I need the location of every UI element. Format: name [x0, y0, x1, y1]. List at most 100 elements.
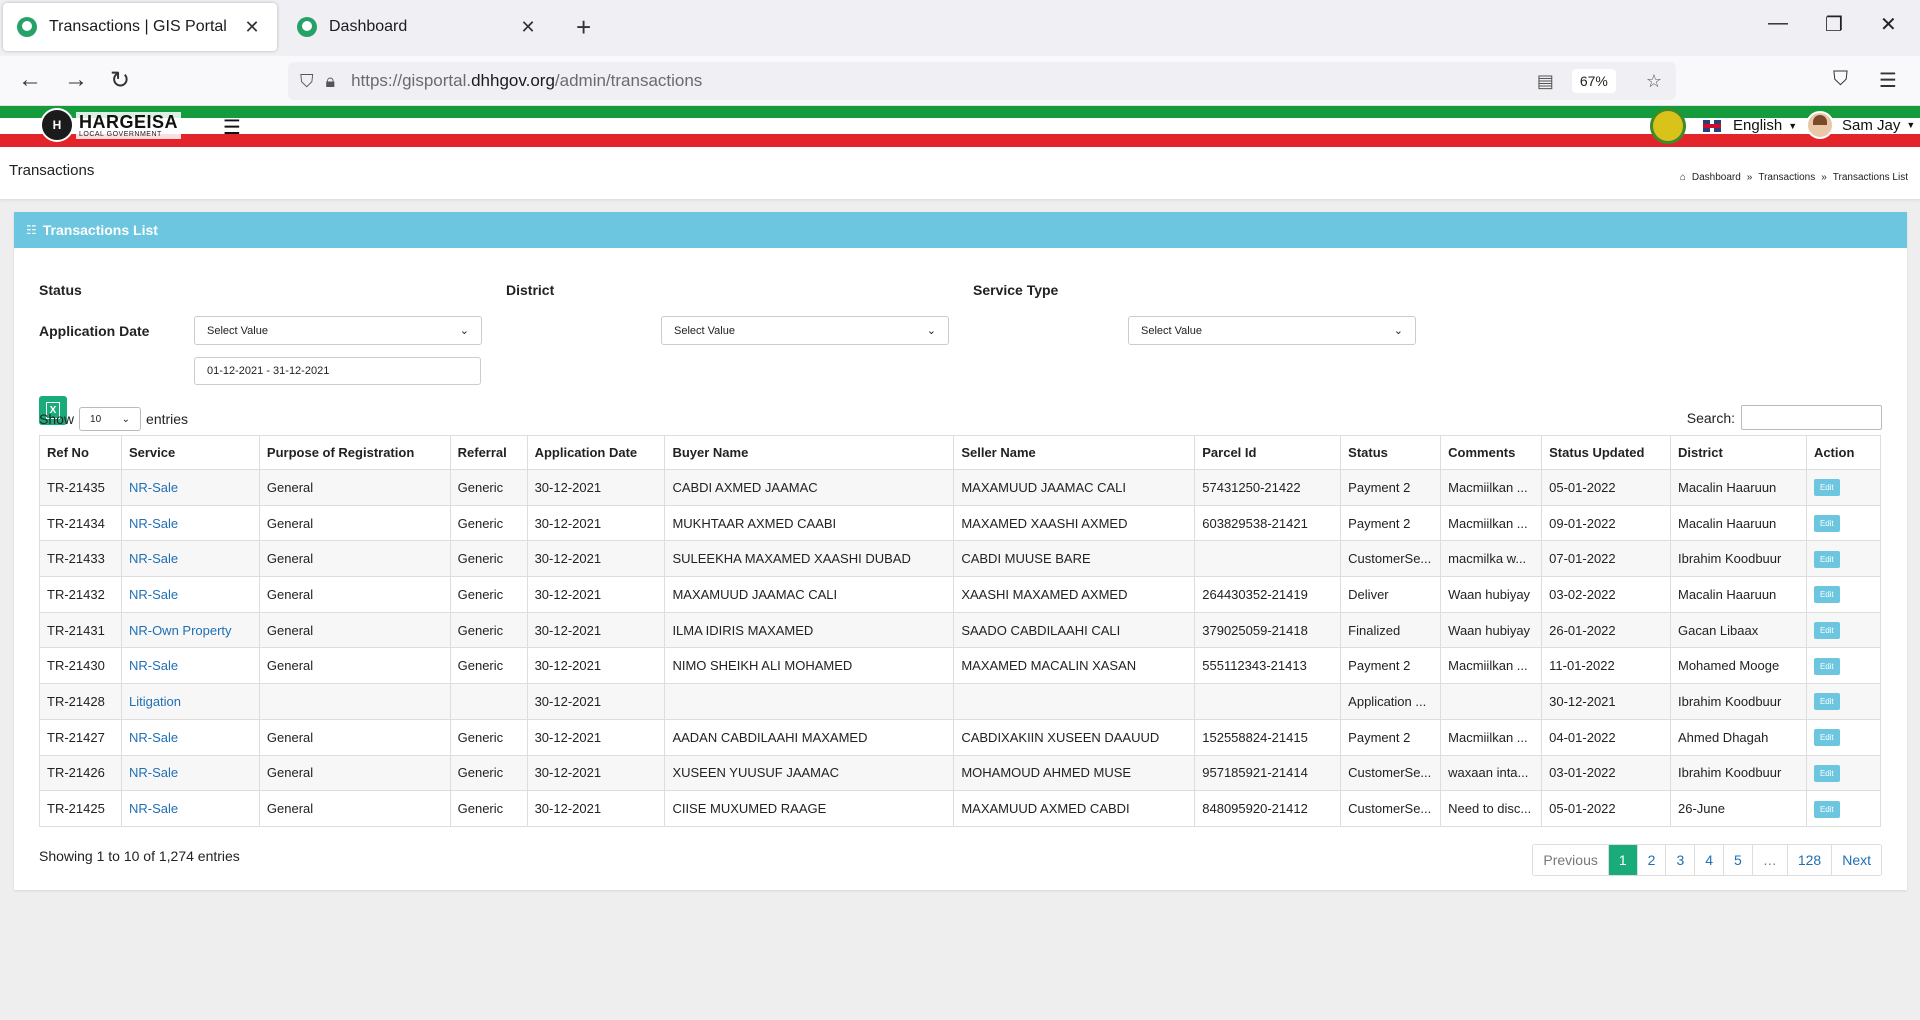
user-menu[interactable]: Sam Jay ▼ — [1806, 111, 1915, 139]
url-text[interactable]: https://gisportal.dhhgov.org/admin/trans… — [351, 71, 702, 91]
previous-page-button[interactable]: Previous — [1533, 845, 1608, 875]
window-close-icon[interactable]: ✕ — [1880, 12, 1897, 37]
cell-status-updated: 30-12-2021 — [1541, 683, 1671, 720]
breadcrumb-transactions[interactable]: Transactions — [1758, 172, 1815, 183]
cell-comments: Macmiilkan ... — [1440, 469, 1543, 506]
lock-icon[interactable]: 🔒︎ — [326, 71, 336, 92]
column-header-purpose[interactable]: Purpose of Registration — [258, 435, 451, 470]
cell-service: NR-Sale — [120, 647, 260, 685]
back-icon[interactable]: ← — [14, 66, 46, 94]
service-link[interactable]: NR-Sale — [129, 765, 178, 780]
column-header-referral[interactable]: Referral — [449, 435, 528, 470]
application-date-input[interactable]: 01-12-2021 - 31-12-2021 — [194, 357, 481, 385]
zoom-level[interactable]: 67% — [1571, 69, 1616, 93]
url-bar[interactable]: ⛉ 🔒︎ https://gisportal.dhhgov.org/admin/… — [288, 62, 1676, 100]
restore-icon[interactable]: ❐ — [1825, 12, 1843, 37]
edit-button[interactable]: Edit — [1813, 550, 1840, 568]
cell-referral — [449, 683, 528, 720]
browser-tab-transactions[interactable]: Transactions | GIS Portal ✕ — [3, 3, 277, 51]
edit-button[interactable]: Edit — [1813, 622, 1840, 640]
next-page-button[interactable]: Next — [1831, 845, 1881, 875]
edit-button[interactable]: Edit — [1813, 515, 1840, 533]
page-button-1[interactable]: 1 — [1607, 845, 1637, 875]
cell-service: NR-Sale — [120, 540, 260, 578]
cell-seller-name: MAXAMED MACALIN XASAN — [953, 647, 1196, 685]
edit-button[interactable]: Edit — [1813, 586, 1840, 604]
column-header-status-updated[interactable]: Status Updated — [1541, 435, 1671, 470]
service-link[interactable]: NR-Sale — [129, 801, 178, 816]
page-length-select[interactable]: 10 ⌄ — [79, 407, 142, 431]
table-row: TR-21431 NR-Own Property General Generic 30-… — [39, 611, 1882, 649]
new-tab-icon[interactable]: + — [576, 12, 591, 43]
search-input[interactable] — [1741, 405, 1882, 430]
service-link[interactable]: NR-Sale — [129, 730, 178, 745]
column-header-district[interactable]: District — [1670, 435, 1807, 470]
page-button-128[interactable]: 128 — [1786, 845, 1832, 875]
district-select[interactable]: Select Value ⌄ — [661, 316, 949, 345]
cell-comments: Waan hubiyay — [1440, 611, 1543, 649]
cell-status: CustomerSe... — [1340, 790, 1442, 827]
service-link[interactable]: NR-Sale — [129, 480, 178, 495]
column-header-application-date[interactable]: Application Date — [526, 435, 666, 470]
hamburger-menu-icon[interactable]: ☰ — [223, 115, 241, 140]
service-type-select[interactable]: Select Value ⌄ — [1128, 316, 1416, 345]
table-body: TR-21435 NR-Sale General Generic 30-12-2021 C… — [39, 469, 1882, 827]
column-header-comments[interactable]: Comments — [1440, 435, 1543, 470]
minimize-icon[interactable]: — — [1768, 12, 1788, 35]
cell-ref-no: TR-21428 — [39, 683, 122, 720]
edit-button[interactable]: Edit — [1813, 479, 1840, 497]
cell-ref-no: TR-21432 — [39, 576, 122, 613]
cell-status: Application ... — [1340, 683, 1442, 720]
cell-referral: Generic — [449, 790, 528, 827]
pagination-ellipsis: … — [1751, 845, 1787, 875]
page-button-4[interactable]: 4 — [1694, 845, 1724, 875]
cell-district: Ibrahim Koodbuur — [1670, 683, 1807, 720]
column-header-ref-no[interactable]: Ref No — [39, 435, 122, 470]
cell-buyer-name: AADAN CABDILAAHI MAXAMED — [664, 718, 955, 756]
service-link[interactable]: NR-Sale — [129, 516, 178, 531]
home-icon[interactable]: ⌂ — [1680, 172, 1686, 183]
pocket-icon[interactable]: ⛉ — [1833, 68, 1848, 91]
bookmark-star-icon[interactable]: ☆ — [1646, 71, 1662, 92]
page-button-3[interactable]: 3 — [1665, 845, 1695, 875]
edit-button[interactable]: Edit — [1813, 693, 1840, 711]
cell-purpose: General — [258, 790, 451, 827]
site-logo[interactable]: H HARGEISA LOCAL GOVERNMENT — [40, 108, 182, 142]
edit-button[interactable]: Edit — [1813, 800, 1840, 818]
column-header-action[interactable]: Action — [1805, 435, 1882, 470]
reader-view-icon[interactable]: ▤ — [1537, 71, 1554, 92]
page-button-2[interactable]: 2 — [1636, 845, 1666, 875]
cell-parcel-id: 57431250-21422 — [1194, 469, 1342, 506]
cell-status-updated: 05-01-2022 — [1541, 790, 1671, 827]
language-selector[interactable]: English ▼ — [1703, 117, 1797, 134]
service-link[interactable]: NR-Own Property — [129, 623, 232, 638]
browser-tab-dashboard[interactable]: Dashboard ✕ — [283, 3, 553, 51]
menu-icon[interactable]: ☰ — [1879, 68, 1897, 93]
cell-action: Edit — [1805, 469, 1882, 506]
filters-panel: Status Select Value ⌄ District Select Val… — [14, 248, 1907, 425]
close-icon[interactable]: ✕ — [517, 17, 539, 38]
service-link[interactable]: NR-Sale — [129, 658, 178, 673]
cell-buyer-name: MAXAMUUD JAAMAC CALI — [664, 576, 955, 613]
page-button-5[interactable]: 5 — [1723, 845, 1752, 875]
breadcrumb-dashboard[interactable]: Dashboard — [1692, 172, 1741, 183]
column-header-parcel-id[interactable]: Parcel Id — [1194, 435, 1342, 470]
green-stripe — [0, 106, 1920, 118]
edit-button[interactable]: Edit — [1813, 657, 1840, 675]
column-header-buyer-name[interactable]: Buyer Name — [664, 435, 955, 470]
status-select[interactable]: Select Value ⌄ — [194, 316, 482, 345]
service-link[interactable]: NR-Sale — [129, 551, 178, 566]
close-icon[interactable]: ✕ — [241, 17, 263, 38]
cell-seller-name: CABDIXAKIIN XUSEEN DAAUUD — [953, 718, 1196, 756]
column-header-status[interactable]: Status — [1340, 435, 1442, 470]
reload-icon[interactable]: ↻ — [104, 66, 136, 95]
column-header-service[interactable]: Service — [120, 435, 260, 470]
edit-button[interactable]: Edit — [1813, 764, 1840, 782]
column-header-seller-name[interactable]: Seller Name — [953, 435, 1196, 470]
service-link[interactable]: NR-Sale — [129, 587, 178, 602]
shield-icon[interactable]: ⛉ — [300, 71, 314, 92]
forward-icon[interactable]: → — [60, 66, 92, 94]
cell-district: Mohamed Mooge — [1670, 647, 1807, 685]
service-link[interactable]: Litigation — [129, 694, 181, 709]
edit-button[interactable]: Edit — [1813, 729, 1840, 747]
